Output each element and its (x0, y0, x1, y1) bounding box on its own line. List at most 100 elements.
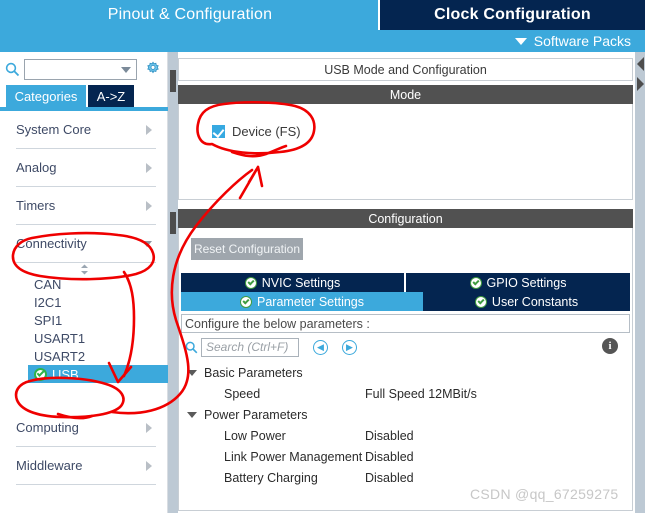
chevron-right-circle-icon[interactable]: ▶ (342, 339, 357, 355)
tab-clock-label: Clock Configuration (434, 6, 591, 23)
sidebar-item-middleware[interactable]: Middleware (16, 447, 156, 485)
sidebar-item-usart1[interactable]: USART1 (34, 329, 168, 347)
check-circle-icon (469, 276, 482, 289)
software-packs-label: Software Packs (533, 33, 631, 49)
sidebar-item-label: CAN (34, 276, 62, 292)
configuration-section-body: Reset Configuration NVIC Settings GPIO S… (178, 228, 633, 511)
parameter-tree: Basic Parameters Speed Full Speed 12MBit… (179, 362, 632, 488)
tab-user-constants-label: User Constants (491, 294, 579, 309)
tab-categories-label: Categories (14, 88, 78, 104)
chevron-down-icon[interactable] (187, 369, 197, 376)
tab-categories[interactable]: Categories (6, 85, 86, 107)
search-icon (181, 341, 201, 354)
table-row[interactable]: Link Power Management Disabled (179, 446, 632, 467)
chevron-right-icon (146, 124, 152, 135)
sidebar-item-label: I2C1 (34, 294, 62, 310)
tab-gpio-settings-label: GPIO Settings (486, 275, 567, 290)
table-row[interactable]: Speed Full Speed 12MBit/s (179, 383, 632, 404)
app-window: Pinout & Configuration Clock Configurati… (0, 0, 645, 513)
parameter-group-power[interactable]: Power Parameters (179, 404, 632, 425)
configuration-section-header: Configuration (178, 209, 633, 228)
sidebar-item-usb[interactable]: USB (28, 365, 168, 383)
check-circle-icon (244, 276, 257, 289)
chevron-left-circle-icon[interactable]: ◀ (313, 339, 328, 355)
sidebar-item-label: Analog (16, 160, 57, 175)
page-title-label: USB Mode and Configuration (324, 62, 487, 77)
search-input[interactable] (24, 58, 137, 80)
chevron-down-icon (142, 240, 152, 247)
parameter-search-input[interactable]: Search (Ctrl+F) (201, 337, 299, 357)
info-icon[interactable]: i (602, 338, 618, 354)
tab-pinout-configuration[interactable]: Pinout & Configuration (0, 0, 380, 30)
page-title: USB Mode and Configuration (178, 58, 633, 81)
gear-icon[interactable] (143, 59, 163, 79)
sidebar-item-system-core[interactable]: System Core (16, 111, 156, 149)
configure-hint: Configure the below parameters : (181, 314, 630, 333)
chevron-down-icon[interactable] (187, 411, 197, 418)
category-list: System Core Analog Timers Connectivity C… (0, 111, 168, 513)
reset-configuration-button[interactable]: Reset Configuration (191, 238, 303, 260)
parameter-value: Disabled (365, 428, 414, 443)
parameter-group-basic[interactable]: Basic Parameters (179, 362, 632, 383)
connectivity-sublist: CAN I2C1 SPI1 USART1 USART2 USB (0, 275, 168, 383)
software-packs-menu[interactable]: Software Packs (514, 30, 631, 52)
reset-configuration-label: Reset Configuration (193, 242, 301, 256)
collapse-right-icon[interactable] (636, 76, 645, 92)
configuration-tabs: NVIC Settings GPIO Settings Parameter Se… (179, 273, 632, 311)
chevron-right-icon (146, 162, 152, 173)
sidebar-item-i2c1[interactable]: I2C1 (34, 293, 168, 311)
parameter-value: Full Speed 12MBit/s (365, 386, 477, 401)
tab-nvic-settings-label: NVIC Settings (261, 275, 341, 290)
mode-checkbox-device-fs[interactable]: Device (FS) (212, 124, 301, 139)
top-header-bar: Pinout & Configuration Clock Configurati… (0, 0, 645, 52)
sidebar: Categories A->Z System Core Analog Timer… (0, 52, 168, 513)
watermark: CSDN @qq_67259275 (470, 486, 619, 502)
tab-parameter-settings-label: Parameter Settings (257, 294, 364, 309)
scroll-up-handle[interactable] (0, 263, 168, 275)
sidebar-item-computing[interactable]: Computing (16, 409, 156, 447)
sidebar-item-usart2[interactable]: USART2 (34, 347, 168, 365)
chevron-right-icon (146, 200, 152, 211)
sidebar-item-timers[interactable]: Timers (16, 187, 156, 225)
tab-clock-configuration[interactable]: Clock Configuration (380, 0, 645, 30)
tab-gpio-settings[interactable]: GPIO Settings (406, 273, 630, 292)
tab-a-to-z[interactable]: A->Z (88, 85, 134, 107)
configure-hint-label: Configure the below parameters : (185, 316, 370, 331)
sidebar-item-analog[interactable]: Analog (16, 149, 156, 187)
collapse-left-icon[interactable] (636, 56, 645, 72)
mode-section-body: Device (FS) (178, 104, 633, 200)
parameter-value: Disabled (365, 470, 414, 485)
parameter-name: Speed (224, 386, 261, 401)
tab-nvic-settings[interactable]: NVIC Settings (181, 273, 404, 292)
tab-a-to-z-label: A->Z (96, 88, 126, 104)
sidebar-tabs: Categories A->Z (0, 85, 168, 107)
check-circle-icon (34, 367, 47, 381)
panel-splitter[interactable] (168, 52, 178, 513)
parameter-group-label: Power Parameters (204, 407, 308, 422)
sidebar-item-spi1[interactable]: SPI1 (34, 311, 168, 329)
sidebar-item-label: SPI1 (34, 312, 63, 328)
chevron-down-icon[interactable] (121, 66, 131, 73)
sidebar-search-row (0, 56, 168, 82)
splitter-handle-mid[interactable] (170, 212, 176, 234)
tab-parameter-settings[interactable]: Parameter Settings (181, 292, 423, 311)
sidebar-item-can[interactable]: CAN (34, 275, 168, 293)
mode-section-header: Mode (178, 85, 633, 104)
sidebar-item-label: USART2 (34, 348, 86, 364)
parameter-name: Low Power (224, 428, 286, 443)
sidebar-item-label: Timers (16, 198, 56, 213)
tab-user-constants[interactable]: User Constants (423, 292, 630, 311)
mode-checkbox-label: Device (FS) (232, 124, 301, 139)
splitter-handle-top[interactable] (170, 70, 176, 92)
configuration-section-label: Configuration (368, 211, 443, 226)
search-icon (0, 58, 24, 80)
right-scroll-rail[interactable] (635, 52, 645, 513)
parameter-search-row: Search (Ctrl+F) ◀ ▶ (181, 336, 630, 358)
sidebar-item-label: USART1 (34, 330, 86, 346)
sidebar-item-connectivity[interactable]: Connectivity (16, 225, 156, 263)
sidebar-item-label: Computing (16, 420, 79, 435)
checkbox-icon[interactable] (212, 125, 225, 138)
table-row[interactable]: Low Power Disabled (179, 425, 632, 446)
parameter-value: Disabled (365, 449, 414, 464)
table-row[interactable]: Battery Charging Disabled (179, 467, 632, 488)
